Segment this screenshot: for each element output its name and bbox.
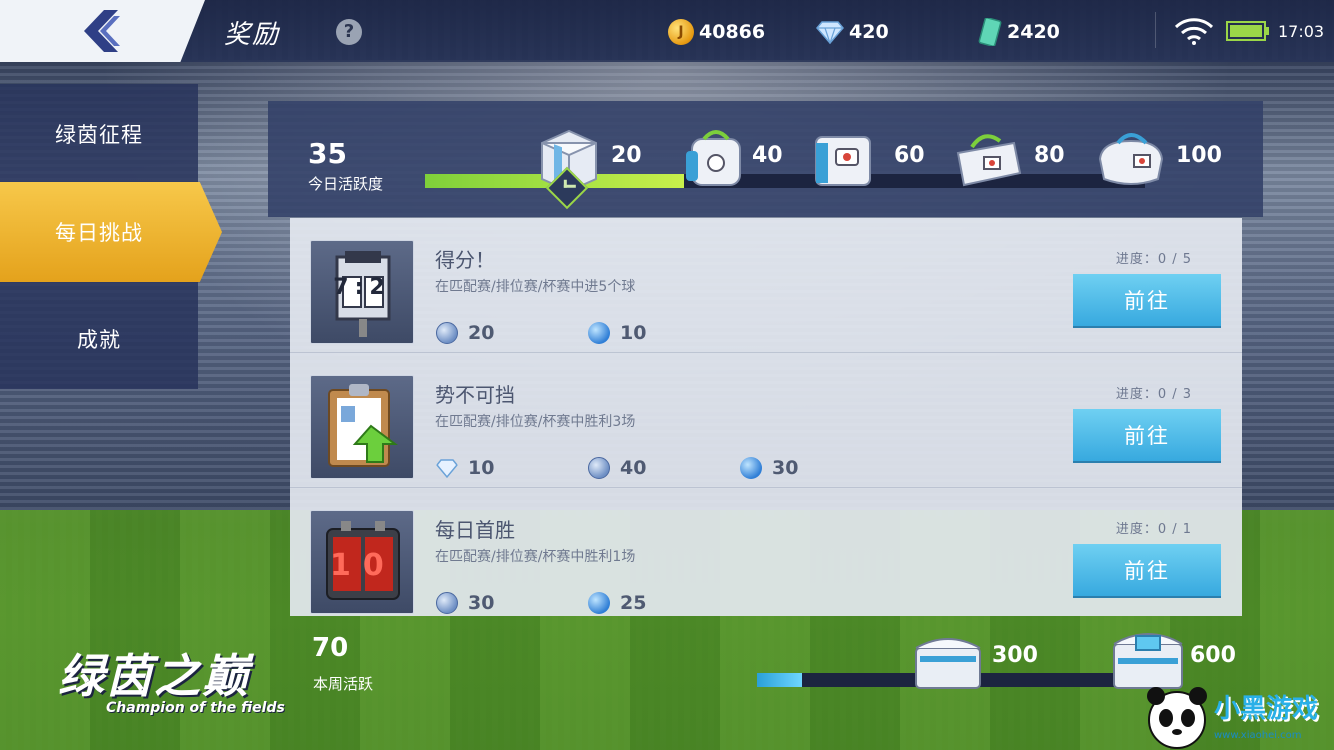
help-icon[interactable]: ? bbox=[336, 19, 362, 45]
diamond-icon bbox=[436, 459, 458, 479]
clock: 17:03 bbox=[1278, 21, 1325, 41]
page-title: 奖励 bbox=[224, 20, 281, 50]
reward-value: 20 bbox=[468, 322, 495, 344]
weekly-chest-icon[interactable] bbox=[912, 630, 984, 692]
milestone-value: 20 bbox=[611, 143, 642, 168]
weekly-progress-fill bbox=[757, 673, 803, 687]
sidebar-item-daily-challenge[interactable]: 每日挑战 bbox=[0, 182, 222, 282]
reward-value: 25 bbox=[620, 592, 647, 614]
logo-chinese: 绿茵之巅 bbox=[58, 649, 250, 703]
milestone-value: 40 bbox=[752, 143, 783, 168]
reward-value: 10 bbox=[620, 322, 647, 344]
backpack-icon[interactable] bbox=[682, 123, 752, 193]
task-row: 10 每日首胜 在匹配赛/排位赛/杯赛中胜利1场 进度：0 / 1 前往 30 … bbox=[290, 488, 1242, 623]
reward-item: 40 bbox=[588, 457, 646, 479]
daily-activity-value: 35 bbox=[308, 137, 347, 170]
reward-item: 30 bbox=[436, 592, 494, 614]
sidebar: 绿茵征程 每日挑战 成就 bbox=[0, 84, 222, 389]
battery-icon bbox=[1226, 21, 1269, 41]
daily-activity-label: 今日活跃度 bbox=[308, 175, 384, 193]
diamond-icon bbox=[816, 21, 844, 44]
reward-value: 30 bbox=[772, 457, 799, 479]
logo-english: Champion of the fields bbox=[106, 700, 285, 716]
reward-value: 30 bbox=[468, 592, 495, 614]
task-progress: 进度：0 / 5 bbox=[1115, 252, 1192, 267]
reward-item: 10 bbox=[436, 457, 494, 479]
game-logo: 绿茵之巅 Champion of the fields bbox=[58, 640, 358, 730]
divider bbox=[1155, 12, 1156, 48]
sports-bag-icon[interactable] bbox=[954, 123, 1024, 193]
sidebar-item-label: 每日挑战 bbox=[55, 221, 143, 245]
coin-value: 40866 bbox=[699, 21, 766, 43]
task-row: 7:2 得分！ 在匹配赛/排位赛/杯赛中进5个球 进度：0 / 5 前往 20 … bbox=[290, 218, 1242, 353]
milestone-value: 100 bbox=[1176, 143, 1222, 168]
reward-item: 30 bbox=[740, 457, 798, 479]
back-button[interactable] bbox=[0, 0, 205, 62]
go-button[interactable]: 前往 bbox=[1073, 274, 1221, 326]
scoreboard-text: 7:2 bbox=[333, 275, 391, 300]
weekly-milestone-value: 600 bbox=[1190, 643, 1236, 668]
watermark: 小黑游戏 www.xiaohei.com bbox=[1142, 682, 1334, 750]
clipboard-icon bbox=[310, 375, 414, 479]
go-button[interactable]: 前往 bbox=[1073, 409, 1221, 461]
ticket-value: 2420 bbox=[1007, 21, 1060, 43]
diamond-counter: 420 bbox=[816, 17, 889, 47]
task-title: 得分！ bbox=[435, 248, 495, 272]
ticket-icon bbox=[978, 18, 1002, 46]
task-title: 势不可挡 bbox=[435, 383, 515, 407]
sidebar-item-label: 成就 bbox=[77, 328, 121, 352]
wifi-icon bbox=[1174, 18, 1214, 45]
ticket-counter: 2420 bbox=[978, 17, 1060, 47]
task-title: 每日首胜 bbox=[435, 518, 515, 542]
task-description: 在匹配赛/排位赛/杯赛中胜利1场 bbox=[435, 549, 636, 565]
duffel-bag-icon[interactable] bbox=[1096, 123, 1166, 193]
token-icon bbox=[588, 457, 610, 479]
reward-value: 10 bbox=[468, 457, 495, 479]
task-description: 在匹配赛/排位赛/杯赛中胜利3场 bbox=[435, 414, 636, 430]
reward-item: 10 bbox=[588, 322, 646, 344]
token-icon bbox=[436, 592, 458, 614]
task-description: 在匹配赛/排位赛/杯赛中进5个球 bbox=[435, 279, 636, 295]
milestone-value: 80 bbox=[1034, 143, 1065, 168]
task-list: 7:2 得分！ 在匹配赛/排位赛/杯赛中进5个球 进度：0 / 5 前往 20 … bbox=[290, 218, 1242, 616]
go-button[interactable]: 前往 bbox=[1073, 544, 1221, 596]
reward-item: 25 bbox=[588, 592, 646, 614]
panda-icon bbox=[1147, 687, 1207, 749]
token-icon bbox=[436, 322, 458, 344]
sidebar-item-journey[interactable]: 绿茵征程 bbox=[0, 84, 198, 184]
bag-icon[interactable] bbox=[808, 123, 878, 193]
daily-activity-panel: 35 今日活跃度 20 40 60 80 100 bbox=[268, 101, 1263, 217]
task-row: 势不可挡 在匹配赛/排位赛/杯赛中胜利3场 进度：0 / 3 前往 10 40 … bbox=[290, 353, 1242, 488]
status-area: 17:03 bbox=[1158, 0, 1334, 62]
display-text: 10 bbox=[330, 548, 396, 583]
reward-item: 20 bbox=[436, 322, 494, 344]
coin-icon: J bbox=[668, 19, 694, 45]
milestone-value: 60 bbox=[894, 143, 925, 168]
top-bar: 奖励 ? J 40866 420 2420 17:03 bbox=[0, 0, 1334, 62]
coin-counter: J 40866 bbox=[668, 17, 765, 47]
ball-icon bbox=[588, 322, 610, 344]
sidebar-item-label: 绿茵征程 bbox=[55, 123, 143, 147]
back-arrow-icon bbox=[84, 10, 120, 52]
task-progress: 进度：0 / 1 bbox=[1115, 522, 1192, 537]
watermark-url: www.xiaohei.com bbox=[1214, 730, 1302, 741]
reward-value: 40 bbox=[620, 457, 647, 479]
daily-progress-bar bbox=[425, 174, 1145, 188]
task-progress: 进度：0 / 3 bbox=[1115, 387, 1192, 402]
diamond-value: 420 bbox=[849, 21, 889, 43]
ball-icon bbox=[740, 457, 762, 479]
sidebar-item-achievements[interactable]: 成就 bbox=[0, 289, 198, 389]
ball-icon bbox=[588, 592, 610, 614]
watermark-text: 小黑游戏 bbox=[1214, 694, 1319, 724]
weekly-milestone-value: 300 bbox=[992, 643, 1038, 668]
